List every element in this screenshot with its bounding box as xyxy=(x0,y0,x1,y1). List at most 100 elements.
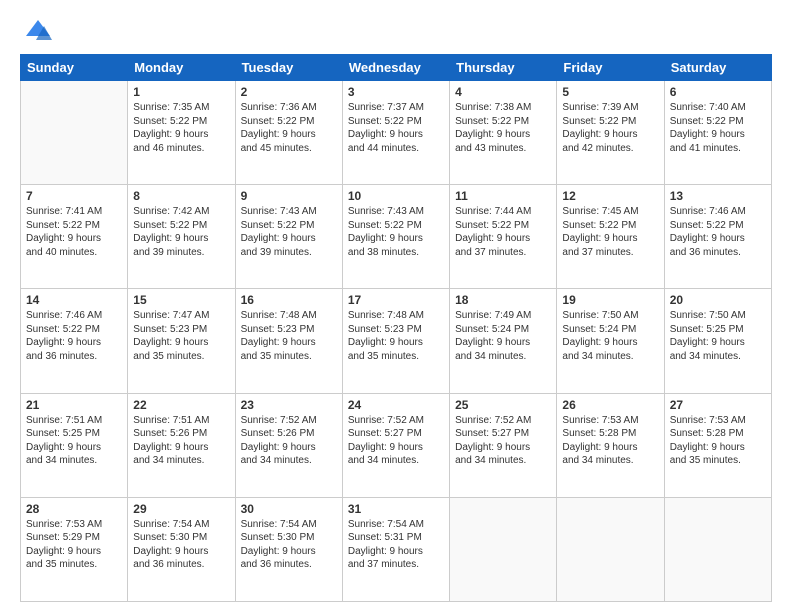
day-info: Sunrise: 7:52 AM Sunset: 5:27 PM Dayligh… xyxy=(348,414,444,468)
calendar-cell: 21Sunrise: 7:51 AM Sunset: 5:25 PM Dayli… xyxy=(21,393,128,497)
day-info: Sunrise: 7:35 AM Sunset: 5:22 PM Dayligh… xyxy=(133,101,229,155)
day-info: Sunrise: 7:36 AM Sunset: 5:22 PM Dayligh… xyxy=(241,101,337,155)
day-info: Sunrise: 7:51 AM Sunset: 5:26 PM Dayligh… xyxy=(133,414,229,468)
calendar-cell: 13Sunrise: 7:46 AM Sunset: 5:22 PM Dayli… xyxy=(664,185,771,289)
calendar-week-5: 28Sunrise: 7:53 AM Sunset: 5:29 PM Dayli… xyxy=(21,497,772,601)
day-info: Sunrise: 7:38 AM Sunset: 5:22 PM Dayligh… xyxy=(455,101,551,155)
col-header-saturday: Saturday xyxy=(664,55,771,81)
day-info: Sunrise: 7:43 AM Sunset: 5:22 PM Dayligh… xyxy=(241,205,337,259)
calendar-cell: 10 Sunrise: 7:43 AM Sunset: 5:22 PM Dayli… xyxy=(342,185,449,289)
calendar-cell: 28Sunrise: 7:53 AM Sunset: 5:29 PM Dayli… xyxy=(21,497,128,601)
calendar-cell: 6 Sunrise: 7:40 AM Sunset: 5:22 PM Daylig… xyxy=(664,81,771,185)
day-info: Sunrise: 7:48 AM Sunset: 5:23 PM Dayligh… xyxy=(241,309,337,363)
day-number: 21 xyxy=(26,398,122,412)
day-number: 11 xyxy=(455,189,551,203)
calendar-cell: 12Sunrise: 7:45 AM Sunset: 5:22 PM Dayli… xyxy=(557,185,664,289)
day-number: 3 xyxy=(348,85,444,99)
calendar-cell xyxy=(450,497,557,601)
calendar-cell: 26 Sunrise: 7:53 AM Sunset: 5:28 PM Dayli… xyxy=(557,393,664,497)
col-header-monday: Monday xyxy=(128,55,235,81)
day-info: Sunrise: 7:39 AM Sunset: 5:22 PM Dayligh… xyxy=(562,101,658,155)
day-info: Sunrise: 7:54 AM Sunset: 5:31 PM Dayligh… xyxy=(348,518,444,572)
day-info: Sunrise: 7:42 AM Sunset: 5:22 PM Dayligh… xyxy=(133,205,229,259)
day-info: Sunrise: 7:44 AM Sunset: 5:22 PM Dayligh… xyxy=(455,205,551,259)
calendar-cell: 25 Sunrise: 7:52 AM Sunset: 5:27 PM Dayli… xyxy=(450,393,557,497)
calendar-cell xyxy=(557,497,664,601)
day-number: 8 xyxy=(133,189,229,203)
logo-icon xyxy=(24,16,52,44)
day-info: Sunrise: 7:53 AM Sunset: 5:29 PM Dayligh… xyxy=(26,518,122,572)
day-number: 17 xyxy=(348,293,444,307)
calendar-cell: 1 Sunrise: 7:35 AM Sunset: 5:22 PM Daylig… xyxy=(128,81,235,185)
day-info: Sunrise: 7:41 AM Sunset: 5:22 PM Dayligh… xyxy=(26,205,122,259)
day-number: 16 xyxy=(241,293,337,307)
calendar-week-2: 7Sunrise: 7:41 AM Sunset: 5:22 PM Daylig… xyxy=(21,185,772,289)
calendar-cell xyxy=(664,497,771,601)
day-number: 27 xyxy=(670,398,766,412)
calendar-cell: 17 Sunrise: 7:48 AM Sunset: 5:23 PM Dayli… xyxy=(342,289,449,393)
col-header-friday: Friday xyxy=(557,55,664,81)
day-number: 31 xyxy=(348,502,444,516)
day-number: 14 xyxy=(26,293,122,307)
calendar-week-4: 21Sunrise: 7:51 AM Sunset: 5:25 PM Dayli… xyxy=(21,393,772,497)
calendar-cell: 3 Sunrise: 7:37 AM Sunset: 5:22 PM Daylig… xyxy=(342,81,449,185)
day-info: Sunrise: 7:48 AM Sunset: 5:23 PM Dayligh… xyxy=(348,309,444,363)
day-number: 5 xyxy=(562,85,658,99)
day-info: Sunrise: 7:37 AM Sunset: 5:22 PM Dayligh… xyxy=(348,101,444,155)
calendar-cell: 19Sunrise: 7:50 AM Sunset: 5:24 PM Dayli… xyxy=(557,289,664,393)
day-info: Sunrise: 7:45 AM Sunset: 5:22 PM Dayligh… xyxy=(562,205,658,259)
day-info: Sunrise: 7:52 AM Sunset: 5:27 PM Dayligh… xyxy=(455,414,551,468)
day-number: 6 xyxy=(670,85,766,99)
day-info: Sunrise: 7:40 AM Sunset: 5:22 PM Dayligh… xyxy=(670,101,766,155)
day-info: Sunrise: 7:47 AM Sunset: 5:23 PM Dayligh… xyxy=(133,309,229,363)
day-number: 9 xyxy=(241,189,337,203)
day-number: 20 xyxy=(670,293,766,307)
day-number: 1 xyxy=(133,85,229,99)
day-info: Sunrise: 7:52 AM Sunset: 5:26 PM Dayligh… xyxy=(241,414,337,468)
calendar-cell: 18 Sunrise: 7:49 AM Sunset: 5:24 PM Dayli… xyxy=(450,289,557,393)
calendar-cell: 4Sunrise: 7:38 AM Sunset: 5:22 PM Daylig… xyxy=(450,81,557,185)
page: SundayMondayTuesdayWednesdayThursdayFrid… xyxy=(0,0,792,612)
calendar-cell: 30 Sunrise: 7:54 AM Sunset: 5:30 PM Dayli… xyxy=(235,497,342,601)
day-info: Sunrise: 7:54 AM Sunset: 5:30 PM Dayligh… xyxy=(133,518,229,572)
day-number: 29 xyxy=(133,502,229,516)
day-info: Sunrise: 7:50 AM Sunset: 5:25 PM Dayligh… xyxy=(670,309,766,363)
calendar-cell: 14 Sunrise: 7:46 AM Sunset: 5:22 PM Dayli… xyxy=(21,289,128,393)
calendar-cell: 7Sunrise: 7:41 AM Sunset: 5:22 PM Daylig… xyxy=(21,185,128,289)
col-header-sunday: Sunday xyxy=(21,55,128,81)
day-info: Sunrise: 7:50 AM Sunset: 5:24 PM Dayligh… xyxy=(562,309,658,363)
day-number: 10 xyxy=(348,189,444,203)
calendar-cell xyxy=(21,81,128,185)
day-info: Sunrise: 7:53 AM Sunset: 5:28 PM Dayligh… xyxy=(562,414,658,468)
day-info: Sunrise: 7:53 AM Sunset: 5:28 PM Dayligh… xyxy=(670,414,766,468)
calendar-cell: 15 Sunrise: 7:47 AM Sunset: 5:23 PM Dayli… xyxy=(128,289,235,393)
calendar-cell: 2 Sunrise: 7:36 AM Sunset: 5:22 PM Daylig… xyxy=(235,81,342,185)
col-header-thursday: Thursday xyxy=(450,55,557,81)
day-number: 15 xyxy=(133,293,229,307)
calendar-week-3: 14 Sunrise: 7:46 AM Sunset: 5:22 PM Dayli… xyxy=(21,289,772,393)
calendar-cell: 20 Sunrise: 7:50 AM Sunset: 5:25 PM Dayli… xyxy=(664,289,771,393)
calendar-cell: 22 Sunrise: 7:51 AM Sunset: 5:26 PM Dayli… xyxy=(128,393,235,497)
day-number: 24 xyxy=(348,398,444,412)
day-number: 13 xyxy=(670,189,766,203)
day-info: Sunrise: 7:43 AM Sunset: 5:22 PM Dayligh… xyxy=(348,205,444,259)
calendar-cell: 27 Sunrise: 7:53 AM Sunset: 5:28 PM Dayli… xyxy=(664,393,771,497)
day-info: Sunrise: 7:46 AM Sunset: 5:22 PM Dayligh… xyxy=(26,309,122,363)
day-number: 30 xyxy=(241,502,337,516)
day-number: 26 xyxy=(562,398,658,412)
day-number: 25 xyxy=(455,398,551,412)
col-header-wednesday: Wednesday xyxy=(342,55,449,81)
day-info: Sunrise: 7:54 AM Sunset: 5:30 PM Dayligh… xyxy=(241,518,337,572)
calendar-cell: 11 Sunrise: 7:44 AM Sunset: 5:22 PM Dayli… xyxy=(450,185,557,289)
day-number: 18 xyxy=(455,293,551,307)
calendar-cell: 5 Sunrise: 7:39 AM Sunset: 5:22 PM Daylig… xyxy=(557,81,664,185)
col-header-tuesday: Tuesday xyxy=(235,55,342,81)
calendar-cell: 8 Sunrise: 7:42 AM Sunset: 5:22 PM Daylig… xyxy=(128,185,235,289)
day-info: Sunrise: 7:49 AM Sunset: 5:24 PM Dayligh… xyxy=(455,309,551,363)
logo xyxy=(20,16,52,44)
calendar-header-row: SundayMondayTuesdayWednesdayThursdayFrid… xyxy=(21,55,772,81)
header xyxy=(20,16,772,44)
day-number: 2 xyxy=(241,85,337,99)
day-number: 22 xyxy=(133,398,229,412)
calendar-cell: 9 Sunrise: 7:43 AM Sunset: 5:22 PM Daylig… xyxy=(235,185,342,289)
